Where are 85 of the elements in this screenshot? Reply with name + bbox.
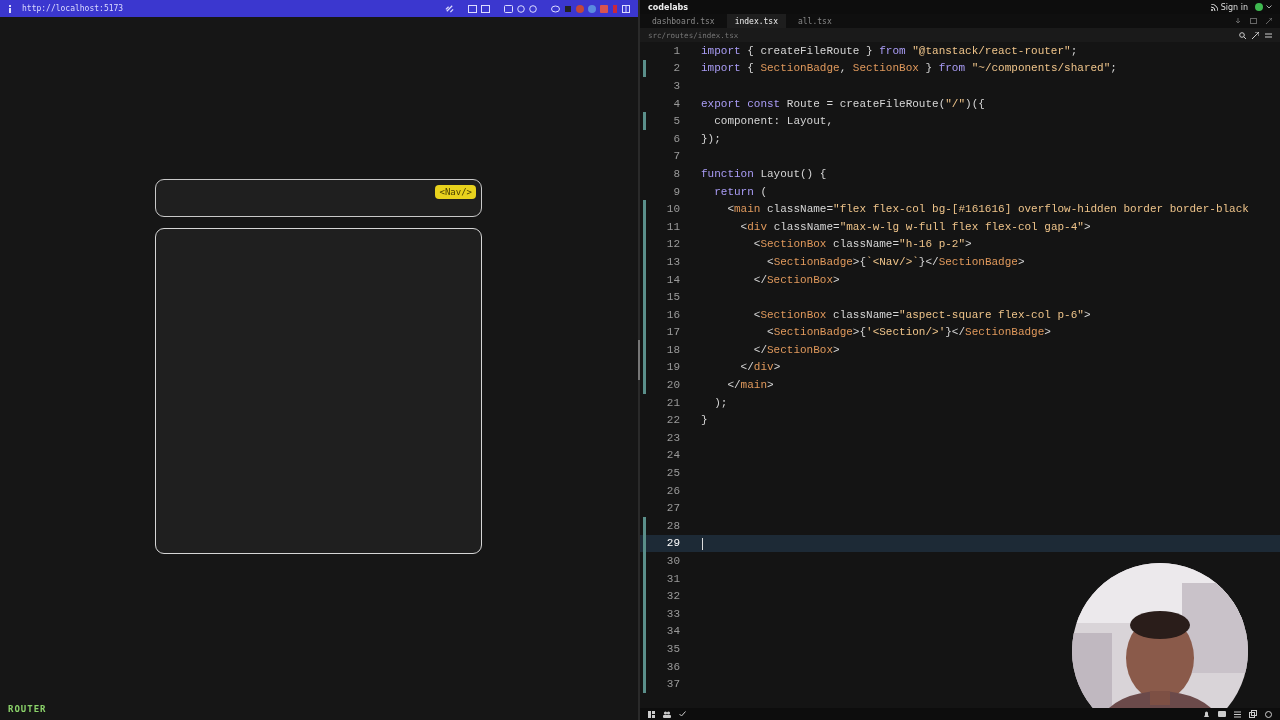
menu-icon[interactable]: [1234, 710, 1241, 718]
code-line: export const Route = createFileRoute("/")({: [701, 97, 985, 110]
line-number: 37: [665, 678, 680, 691]
line-number: 2: [672, 62, 680, 75]
file-tab[interactable]: dashboard.tsx: [644, 14, 723, 28]
search-icon[interactable]: [1239, 31, 1246, 39]
download-icon[interactable]: [1235, 18, 1241, 24]
nav-badge: <Nav/>: [435, 185, 476, 199]
line-number: 22: [665, 414, 680, 427]
file-tab[interactable]: index.tsx: [726, 14, 786, 28]
link-icon[interactable]: [445, 4, 454, 13]
line-number: 9: [672, 185, 680, 198]
code-line: </SectionBox>: [752, 273, 840, 286]
line-number: 3: [672, 80, 680, 92]
line-number: 4: [672, 97, 680, 110]
expand-icon[interactable]: [1266, 18, 1272, 24]
line-number: 13: [665, 255, 680, 268]
line-number: 12: [665, 238, 680, 251]
settings-icon[interactable]: [1265, 31, 1272, 39]
chat-icon[interactable]: [1218, 710, 1226, 718]
line-number: 32: [665, 590, 680, 603]
line-number: 29: [665, 537, 680, 550]
code-line: <main className="flex flex-col bg-[#161616] overflow-hidden border border-black: [726, 203, 1249, 216]
address-field[interactable]: http://localhost:5173: [22, 4, 124, 13]
code-line: import { createFileRoute } from "@tanstack/react-router";: [701, 44, 1078, 57]
code-line: </main>: [726, 379, 774, 392]
line-number: 25: [665, 467, 680, 480]
line-number: 21: [665, 396, 680, 409]
line-number: 18: [665, 343, 680, 356]
avatar-icon[interactable]: [1255, 3, 1263, 11]
code-line: <div className="max-w-lg w-full flex flex-col gap-4">: [739, 220, 1091, 233]
line-number: 1: [672, 44, 680, 57]
line-number: 26: [665, 484, 680, 497]
line-number: 15: [665, 291, 680, 304]
line-number: 33: [665, 607, 680, 620]
line-number: 6: [672, 132, 680, 145]
code-line: }: [701, 414, 708, 427]
line-number: 24: [665, 449, 680, 462]
chevron-down-icon[interactable]: [1266, 5, 1272, 9]
line-number: 27: [665, 502, 680, 515]
line-number: 5: [672, 115, 680, 128]
line-number: 11: [665, 220, 680, 233]
code-line: return (: [713, 185, 767, 198]
grid-icon[interactable]: [648, 710, 655, 718]
code-line: </div>: [739, 361, 781, 374]
line-number: 31: [665, 572, 680, 585]
line-number: 28: [665, 519, 680, 532]
resize-handle[interactable]: [638, 340, 640, 380]
users-icon[interactable]: [663, 710, 671, 718]
check-icon[interactable]: [679, 711, 686, 717]
code-line: <SectionBox className="h-16 p-2">: [752, 238, 972, 251]
tab-icon[interactable]: [504, 4, 513, 13]
code-line: import { SectionBadge, SectionBox } from "~/components/shared";: [701, 62, 1117, 75]
code-line: component: Layout,: [713, 115, 834, 128]
copy-icon[interactable]: [1249, 710, 1257, 718]
code-line: });: [701, 132, 721, 145]
rss-icon: [1210, 3, 1218, 11]
split-icon[interactable]: [1250, 18, 1257, 24]
line-number: 36: [665, 660, 680, 673]
router-label: ROUTER: [8, 704, 47, 714]
line-number: 34: [665, 625, 680, 638]
line-number: 19: [665, 361, 680, 374]
sidebar-icon[interactable]: [622, 4, 630, 13]
line-number: 10: [665, 203, 680, 216]
line-number: 8: [672, 167, 680, 180]
code-line: function Layout() {: [701, 167, 827, 180]
line-number: 7: [672, 150, 680, 163]
code-line: </SectionBox>: [752, 343, 840, 356]
line-number: 23: [665, 431, 680, 444]
line-number: 30: [665, 555, 680, 567]
line-number: 20: [665, 379, 680, 392]
line-number: 14: [665, 273, 680, 286]
file-tab[interactable]: all.tsx: [790, 14, 840, 28]
code-line: <SectionBox className="aspect-square flex-col p-6">: [752, 308, 1091, 321]
code-line: );: [713, 396, 728, 409]
line-number: 16: [665, 308, 680, 321]
sign-in-link[interactable]: Sign in: [1220, 2, 1248, 12]
text-cursor: [702, 537, 703, 550]
code-line: <SectionBadge>{`<Nav/>`}</SectionBadge>: [766, 255, 1025, 268]
open-external-icon[interactable]: [1252, 31, 1259, 39]
line-number: 35: [665, 643, 680, 655]
app-title: codelabs: [648, 2, 689, 12]
line-number: 17: [665, 326, 680, 339]
code-line: <SectionBadge>{'<Section/>'}</SectionBadge>: [766, 326, 1051, 339]
info-icon[interactable]: [8, 4, 12, 13]
